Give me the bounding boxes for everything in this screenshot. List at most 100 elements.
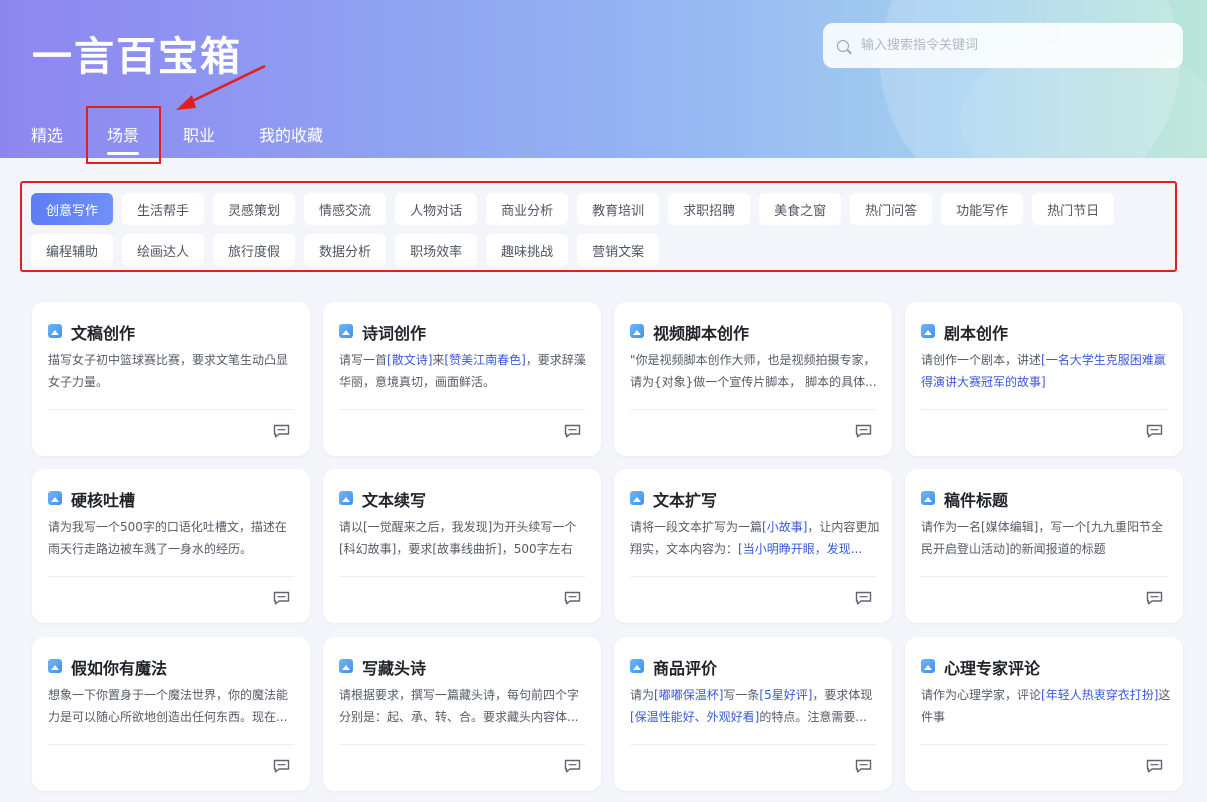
chat-bubble-icon[interactable]	[564, 424, 581, 438]
image-thumb-icon	[630, 324, 644, 338]
card-title: 商品评价	[653, 659, 718, 678]
annotation-highlight-box	[86, 106, 161, 164]
category-chip[interactable]: 编程辅助	[31, 234, 114, 266]
description-text: "你是视频脚本创作大师，也是视频拍摄专家，请为{对象}做一个宣传片脚本， 脚本的…	[630, 353, 877, 389]
category-chip[interactable]: 生活帮手	[122, 193, 205, 225]
tab-0[interactable]: 精选	[31, 122, 63, 146]
image-thumb-icon	[48, 324, 62, 338]
card-description: 想象一下你置身于一个魔法世界，你的魔法能力是可以随心所欲地创造出任何东西。现在.…	[48, 684, 298, 728]
prompt-card[interactable]: 文本扩写 请将一段文本扩写为一篇[小故事]，让内容更加翔实，文本内容为：[当小明睁…	[614, 469, 892, 623]
category-chip[interactable]: 营销文案	[577, 234, 660, 266]
prompt-card[interactable]: 稿件标题 请作为一名[媒体编辑]，写一个[九九重阳节全民开启登山活动]的新闻报道的…	[905, 469, 1183, 623]
card-description: "你是视频脚本创作大师，也是视频拍摄专家，请为{对象}做一个宣传片脚本， 脚本的…	[630, 349, 880, 393]
chat-bubble-icon[interactable]	[1146, 591, 1163, 605]
image-thumb-icon	[48, 491, 62, 505]
chat-bubble-icon[interactable]	[273, 759, 290, 773]
category-chip[interactable]: 数据分析	[304, 234, 387, 266]
image-thumb-icon	[921, 659, 935, 673]
prompt-card[interactable]: 文稿创作 描写女子初中篮球赛比赛，要求文笔生动凸显女子力量。	[32, 302, 310, 456]
card-title: 假如你有魔法	[71, 659, 168, 678]
category-chip[interactable]: 求职招聘	[668, 193, 751, 225]
card-title: 视频脚本创作	[653, 324, 750, 343]
card-title: 文本扩写	[653, 491, 718, 510]
description-text: 请作为心理学家，评论	[921, 688, 1042, 702]
chat-bubble-icon[interactable]	[273, 591, 290, 605]
prompt-card[interactable]: 商品评价 请为[嘟嘟保温杯]写一条[5星好评]，要求体现 [保温性能好、外观好看]的…	[614, 637, 892, 791]
card-divider	[630, 576, 876, 577]
tab-2[interactable]: 职业	[183, 122, 215, 146]
card-title: 剧本创作	[944, 324, 1009, 343]
category-chip[interactable]: 教育培训	[577, 193, 660, 225]
category-chip[interactable]: 创意写作	[31, 193, 114, 225]
chat-bubble-icon[interactable]	[1146, 424, 1163, 438]
chat-bubble-icon[interactable]	[564, 591, 581, 605]
category-chip[interactable]: 商业分析	[486, 193, 569, 225]
tab-3[interactable]: 我的收藏	[259, 122, 323, 146]
card-description: 描写女子初中篮球赛比赛，要求文笔生动凸显女子力量。	[48, 349, 298, 393]
category-chip[interactable]: 美食之窗	[759, 193, 842, 225]
main-tabs: 精选 场景 职业 我的收藏	[31, 122, 367, 155]
card-divider	[921, 744, 1167, 745]
category-chip[interactable]: 灵感策划	[213, 193, 296, 225]
prompt-card[interactable]: 假如你有魔法想象一下你置身于一个魔法世界，你的魔法能力是可以随心所欲地创造出任何…	[32, 637, 310, 791]
prompt-card[interactable]: 剧本创作请创作一个剧本，讲述[一名大学生克服困难赢得演讲大赛冠军的故事]	[905, 302, 1183, 456]
card-divider	[48, 409, 294, 410]
chat-bubble-icon[interactable]	[855, 759, 872, 773]
category-chip[interactable]: 热门节日	[1032, 193, 1115, 225]
prompt-card[interactable]: 心理专家评论请作为心理学家，评论[年轻人热衷穿衣打扮]这件事	[905, 637, 1183, 791]
image-thumb-icon	[630, 659, 644, 673]
prompt-card[interactable]: 文本续写 请以[一觉醒来之后，我发现]为开头续写一个[科幻故事]，要求[故事线曲折…	[323, 469, 601, 623]
category-chip[interactable]: 人物对话	[395, 193, 478, 225]
chat-bubble-icon[interactable]	[855, 424, 872, 438]
card-divider	[339, 744, 585, 745]
image-thumb-icon	[339, 324, 353, 338]
category-chip[interactable]: 情感交流	[304, 193, 387, 225]
prompt-card[interactable]: 诗词创作 请写一首[散文诗]来[赞美江南春色]，要求辞藻华丽，意境真切，画面鲜活。	[323, 302, 601, 456]
image-thumb-icon	[921, 491, 935, 505]
highlighted-variable: [5星好评]	[759, 688, 813, 702]
card-description: 请根据要求，撰写一篇藏头诗，每句前四个字分别是：起、承、转、合。要求藏头内容体.…	[339, 684, 589, 728]
prompt-card[interactable]: 硬核吐槽 请为我写一个500字的口语化吐槽文，描述在雨天行走路边被车溅了一身水的经…	[32, 469, 310, 623]
chat-bubble-icon[interactable]	[855, 591, 872, 605]
description-text: 想象一下你置身于一个魔法世界，你的魔法能力是可以随心所欲地创造出任何东西。现在.…	[48, 688, 289, 724]
description-text: 请为我写一个500字的口语化吐槽文，描述在雨天行走路边被车溅了一身水的经历。	[48, 520, 287, 556]
card-divider	[921, 576, 1167, 577]
card-title: 心理专家评论	[944, 659, 1041, 678]
highlighted-variable: [嘟嘟保温杯]	[654, 688, 724, 702]
category-chip[interactable]: 趣味挑战	[486, 234, 569, 266]
chat-bubble-icon[interactable]	[564, 759, 581, 773]
category-chip[interactable]: 热门问答	[850, 193, 933, 225]
description-text: 请将一段文本扩写为一篇	[630, 520, 763, 534]
chat-bubble-icon[interactable]	[1146, 759, 1163, 773]
card-divider	[630, 409, 876, 410]
category-chips: 创意写作 生活帮手 灵感策划 情感交流 人物对话 商业分析 教育培训 求职招聘 美食之窗 热门问答…	[31, 193, 1171, 275]
search-bar[interactable]	[823, 23, 1183, 68]
highlighted-variable: [当小明睁开眼，发现...	[738, 542, 863, 556]
card-description: 请写一首[散文诗]来[赞美江南春色]，要求辞藻华丽，意境真切，画面鲜活。	[339, 349, 589, 393]
highlighted-variable: [保温性能好、外观好看]	[630, 710, 760, 724]
prompt-card[interactable]: 写藏头诗 请根据要求，撰写一篇藏头诗，每句前四个字分别是：起、承、转、合。要求藏头…	[323, 637, 601, 791]
chat-bubble-icon[interactable]	[273, 424, 290, 438]
description-text: 的特点。注意需要...	[759, 710, 867, 724]
card-divider	[48, 576, 294, 577]
description-text: 请以[一觉醒来之后，我发现]为开头续写一个[科幻故事]，要求[故事线曲折]，50…	[339, 520, 577, 556]
card-description: 请创作一个剧本，讲述[一名大学生克服困难赢得演讲大赛冠军的故事]	[921, 349, 1171, 393]
description-text: 请为	[630, 688, 655, 702]
card-description: 请作为一名[媒体编辑]，写一个[九九重阳节全民开启登山活动]的新闻报道的标题	[921, 516, 1171, 560]
image-thumb-icon	[48, 659, 62, 673]
image-thumb-icon	[339, 659, 353, 673]
prompt-card[interactable]: 视频脚本创作 "你是视频脚本创作大师，也是视频拍摄专家，请为{对象}做一个宣传片脚…	[614, 302, 892, 456]
category-chip[interactable]: 功能写作	[941, 193, 1024, 225]
category-chip[interactable]: 绘画达人	[122, 234, 205, 266]
card-description: 请为[嘟嘟保温杯]写一条[5星好评]，要求体现 [保温性能好、外观好看]的特点。注…	[630, 684, 880, 728]
card-description: 请作为心理学家，评论[年轻人热衷穿衣打扮]这件事	[921, 684, 1171, 728]
search-input[interactable]	[861, 38, 1161, 53]
description-text: 来	[432, 353, 445, 367]
description-text: ，要求体现	[812, 688, 873, 702]
category-chip[interactable]: 职场效率	[395, 234, 478, 266]
card-divider	[339, 409, 585, 410]
card-description: 请为我写一个500字的口语化吐槽文，描述在雨天行走路边被车溅了一身水的经历。	[48, 516, 298, 560]
category-chip[interactable]: 旅行度假	[213, 234, 296, 266]
description-text: 请创作一个剧本，讲述	[921, 353, 1042, 367]
description-text: 请根据要求，撰写一篇藏头诗，每句前四个字分别是：起、承、转、合。要求藏头内容体.…	[339, 688, 580, 724]
